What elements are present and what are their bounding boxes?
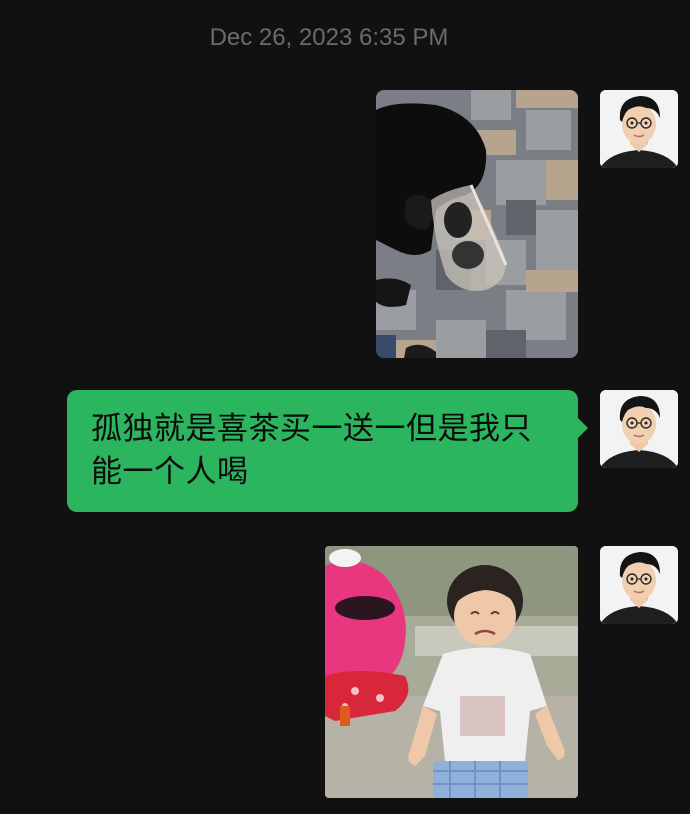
avatar[interactable]	[600, 546, 678, 624]
avatar-portrait	[600, 90, 678, 168]
message-text-bubble[interactable]: 孤独就是喜茶买一送一但是我只能一个人喝	[67, 390, 578, 512]
avatar[interactable]	[600, 90, 678, 168]
crying-toddler-photo	[325, 546, 578, 798]
chat-window: Dec 26, 2023 6:35 PM 孤独就是喜茶买一送一但是我只能一个人喝	[0, 0, 690, 814]
avatar-portrait	[600, 546, 678, 624]
message-timestamp: Dec 26, 2023 6:35 PM	[209, 24, 449, 51]
message-image-sticker[interactable]	[325, 546, 578, 798]
message-image-drink[interactable]	[376, 90, 578, 358]
avatar-portrait	[600, 390, 678, 468]
avatar[interactable]	[600, 390, 678, 468]
drink-photo	[376, 90, 578, 358]
bubble-tail	[578, 418, 588, 438]
